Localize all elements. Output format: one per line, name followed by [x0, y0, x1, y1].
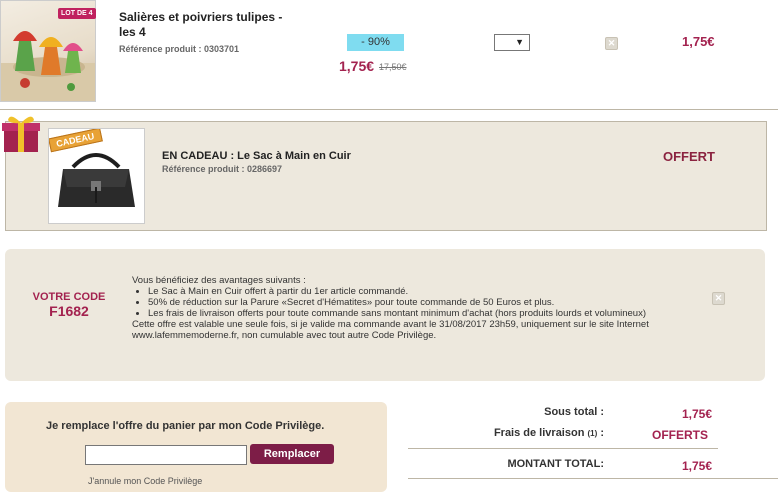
total-label: MONTANT TOTAL: — [507, 458, 604, 470]
promo-code-value: F1682 — [49, 303, 89, 319]
gift-image[interactable]: CADEAU — [48, 128, 145, 224]
total-value: 1,75€ — [682, 459, 713, 473]
cancel-code-link[interactable]: J'annule mon Code Privilège — [88, 476, 202, 486]
totals-divider — [408, 448, 718, 449]
shipping-value: OFFERTS — [652, 428, 708, 442]
promo-conditions: Cette offre est valable une seule fois, … — [132, 319, 649, 341]
promo-code-block: VOTRE CODE F1682 — [28, 290, 110, 318]
promo-intro: Vous bénéficiez des avantages suivants : — [132, 275, 306, 286]
privilege-code-input[interactable] — [85, 445, 247, 465]
promo-code-label: VOTRE CODE — [32, 291, 106, 303]
promo-benefits-list: Le Sac à Main en Cuir offert à partir du… — [132, 286, 652, 319]
discount-badge: - 90% — [347, 34, 404, 51]
gift-box-icon — [0, 114, 44, 154]
subtotal-value: 1,75€ — [682, 407, 713, 421]
shipping-colon: : — [600, 427, 604, 439]
dropdown-arrow-icon: ▼ — [515, 37, 524, 47]
quantity-select[interactable]: ▼ — [494, 34, 530, 51]
product-reference: Référence produit : 0303701 — [119, 44, 240, 54]
lot-badge: LOT DE 4 — [58, 8, 96, 19]
product-old-price: 17,50€ — [379, 62, 407, 72]
gift-status: OFFERT — [663, 149, 715, 164]
totals-bottom-divider — [408, 478, 778, 479]
promo-benefit-item: 50% de réduction sur la Parure «Secret d… — [148, 297, 652, 308]
promo-description: Vous bénéficiez des avantages suivants :… — [132, 275, 652, 341]
row-total: 1,75€ — [682, 34, 715, 49]
replace-button[interactable]: Remplacer — [250, 444, 334, 464]
gift-reference: Référence produit : 0286697 — [162, 164, 283, 174]
shipping-label-row: Frais de livraison (1) : — [430, 427, 604, 439]
product-title[interactable]: Salières et poivriers tulipes - les 4 — [119, 10, 294, 40]
replace-code-title: Je remplace l'offre du panier par mon Co… — [46, 420, 325, 432]
subtotal-label: Sous total : — [544, 406, 604, 418]
remove-item-close-icon[interactable]: ✕ — [605, 37, 618, 50]
shipping-label: Frais de livraison — [493, 427, 585, 439]
promo-benefit-item: Les frais de livraison offerts pour tout… — [148, 308, 652, 319]
product-price: 1,75€ — [339, 58, 375, 74]
shipping-note: (1) — [587, 429, 598, 438]
promo-benefit-item: Le Sac à Main en Cuir offert à partir du… — [148, 286, 652, 297]
remove-promo-close-icon[interactable]: ✕ — [712, 292, 725, 305]
gift-title: EN CADEAU : Le Sac à Main en Cuir — [162, 150, 351, 162]
divider — [0, 109, 778, 110]
